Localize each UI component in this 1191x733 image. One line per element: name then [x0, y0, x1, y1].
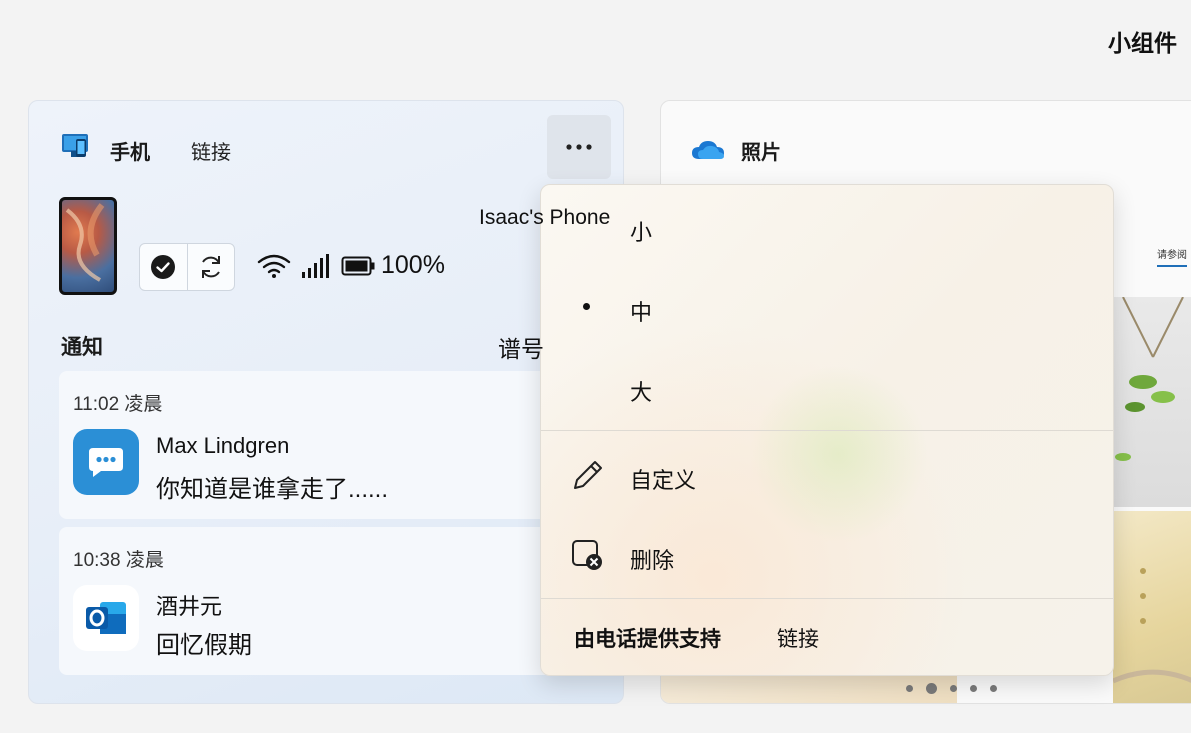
onedrive-icon: [692, 141, 724, 159]
notification-sender: Max Lindgren: [156, 433, 290, 458]
phone-status-row: 100%: [257, 251, 445, 280]
wifi-icon: [257, 254, 291, 278]
phone-actions-group: [139, 243, 235, 291]
notification-body: 你知道是谁拿走了......: [156, 476, 389, 503]
menu-item-delete[interactable]: 删除: [541, 521, 1113, 591]
phone-link-app-icon: [62, 134, 88, 157]
messages-icon: [73, 429, 139, 495]
wallpaper-art: [65, 203, 105, 282]
check-circle-icon: [151, 255, 176, 279]
remove-widget-icon: [572, 540, 602, 570]
widget-context-menu: 小 中 大 自定义 删除 由电话提供支持 链接: [540, 184, 1114, 676]
menu-item-label: 小: [630, 220, 653, 245]
notification-time: 10:38 凌晨: [73, 550, 164, 571]
cellular-signal-icon: [302, 253, 329, 278]
sync-icon: [201, 256, 220, 278]
selected-bullet-icon: [583, 303, 590, 310]
more-options-button[interactable]: [547, 115, 611, 179]
pager-dot[interactable]: [926, 683, 937, 694]
phone-link-widget: 手机 链接 100% 通知 11:02 凌晨 Max Lindgren 你知道是…: [28, 100, 624, 704]
notification-time: 11:02 凌晨: [73, 394, 163, 415]
photo-tile[interactable]: [1113, 296, 1191, 507]
sync-button[interactable]: [186, 244, 235, 290]
do-not-disturb-button[interactable]: [140, 244, 187, 290]
sort-label: 谱号: [498, 336, 544, 362]
photo-pager: [906, 683, 997, 694]
menu-divider: [541, 430, 1113, 431]
phone-link-link[interactable]: 链接: [777, 623, 819, 653]
pager-dot[interactable]: [906, 685, 913, 692]
phone-wallpaper-thumbnail[interactable]: [59, 197, 117, 295]
widget-title: 手机: [110, 142, 150, 164]
device-name: Isaac's Phone: [479, 206, 611, 229]
pager-dot[interactable]: [990, 685, 997, 692]
widget-title: 照片: [741, 142, 781, 164]
menu-item-size-large[interactable]: 大: [541, 351, 1113, 421]
chair-photo: [1111, 568, 1191, 684]
battery-icon: [341, 256, 375, 275]
notification-card[interactable]: 11:02 凌晨 Max Lindgren 你知道是谁拿走了......: [59, 371, 579, 519]
notifications-header: 通知: [61, 336, 103, 359]
menu-item-customize[interactable]: 自定义: [541, 441, 1113, 511]
notification-card[interactable]: 10:38 凌晨 酒井元 回忆假期: [59, 527, 579, 675]
menu-divider: [541, 598, 1113, 599]
more-icon: [566, 144, 592, 150]
photo-tile[interactable]: [1111, 511, 1191, 703]
menu-item-label: 删除: [630, 548, 675, 573]
pager-dot[interactable]: [970, 685, 977, 692]
pager-dot[interactable]: [950, 685, 957, 692]
pencil-icon: [574, 461, 602, 489]
menu-item-label: 大: [630, 380, 653, 405]
notification-body: 回忆假期: [156, 632, 252, 659]
menu-item-size-medium[interactable]: 中: [541, 271, 1113, 341]
widget-subtitle: 链接: [191, 142, 231, 164]
battery-percentage: 100%: [381, 251, 445, 279]
menu-item-size-small[interactable]: 小: [541, 191, 1113, 261]
plant-photo: [1115, 296, 1184, 461]
powered-by-label: 由电话提供支持: [574, 628, 721, 651]
notification-sender: 酒井元: [156, 594, 223, 619]
menu-item-label: 自定义: [630, 468, 697, 493]
see-more-link[interactable]: 请参阅: [1157, 246, 1187, 267]
page-title: 小组件: [1108, 30, 1177, 56]
menu-item-label: 中: [630, 300, 653, 325]
outlook-icon: [73, 585, 139, 651]
